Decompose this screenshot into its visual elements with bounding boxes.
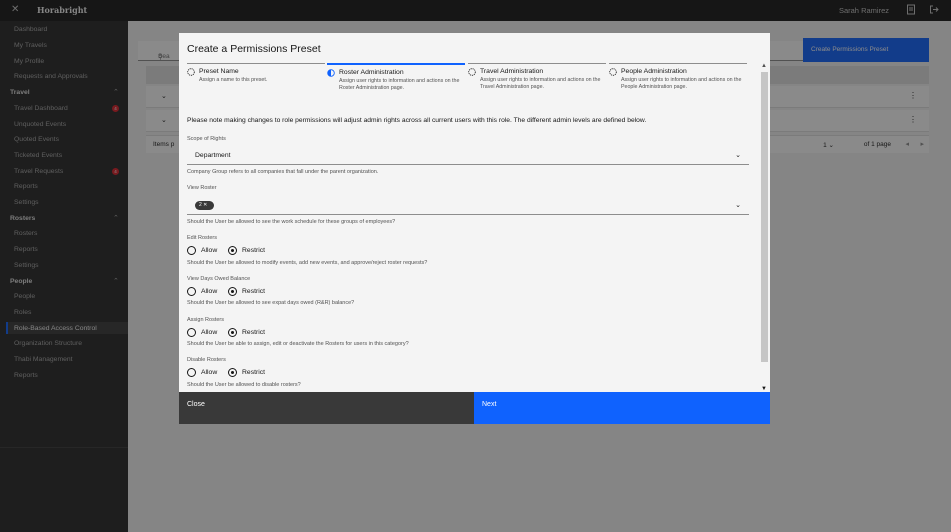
- radio-on-icon: [228, 368, 237, 377]
- view-roster-label: View Roster: [187, 185, 217, 191]
- modal-scrollbar[interactable]: ▲ ▼: [760, 63, 769, 392]
- radio-off-icon: [187, 328, 196, 337]
- step-incomplete-icon: [609, 68, 617, 76]
- modal-body: Preset Name Assign a name to this preset…: [179, 63, 770, 392]
- step-description: Assign a name to this preset.: [199, 77, 268, 83]
- edit-rosters-helper: Should the User be allowed to modify eve…: [187, 260, 428, 266]
- tag-count: 2: [199, 202, 202, 208]
- step-current-icon: [327, 69, 335, 77]
- radio-off-icon: [187, 368, 196, 377]
- radio-label: Allow: [201, 369, 218, 376]
- radio-off-icon: [187, 246, 196, 255]
- modal-title: Create a Permissions Preset: [187, 43, 321, 55]
- restrict-radio[interactable]: Restrict: [228, 287, 288, 297]
- step-preset-name[interactable]: Preset Name Assign a name to this preset…: [187, 63, 325, 93]
- step-title: People Administration: [621, 68, 687, 75]
- permissions-note: Please note making changes to role permi…: [187, 117, 647, 124]
- view-roster-multiselect[interactable]: 2 ✕ ⌄: [187, 197, 749, 215]
- view-days-owed-helper: Should the User be allowed to see expat …: [187, 300, 355, 306]
- radio-on-icon: [228, 287, 237, 296]
- step-incomplete-icon: [468, 68, 476, 76]
- edit-rosters-label: Edit Rosters: [187, 235, 217, 241]
- radio-label: Allow: [201, 288, 218, 295]
- scope-helper: Company Group refers to all companies th…: [187, 169, 379, 175]
- assign-rosters-label: Assign Rosters: [187, 317, 224, 323]
- radio-label: Allow: [201, 247, 218, 254]
- radio-label: Restrict: [242, 247, 266, 254]
- radio-label: Restrict: [242, 369, 266, 376]
- step-travel-administration[interactable]: Travel Administration Assign user rights…: [468, 63, 606, 93]
- step-description: Assign user rights to information and ac…: [621, 77, 742, 90]
- step-incomplete-icon: [187, 68, 195, 76]
- selected-count-tag[interactable]: 2 ✕: [195, 201, 214, 210]
- radio-label: Restrict: [242, 288, 266, 295]
- view-roster-helper: Should the User be allowed to see the wo…: [187, 219, 396, 225]
- permissions-modal: Create a Permissions Preset Preset Name …: [179, 33, 770, 424]
- restrict-radio[interactable]: Restrict: [228, 246, 288, 256]
- radio-label: Allow: [201, 329, 218, 336]
- restrict-radio[interactable]: Restrict: [228, 328, 288, 338]
- step-title: Travel Administration: [480, 68, 544, 75]
- radio-on-icon: [228, 328, 237, 337]
- disable-rosters-label: Disable Rosters: [187, 357, 226, 363]
- step-title: Roster Administration: [339, 69, 404, 76]
- chevron-down-icon: ⌄: [735, 202, 741, 209]
- restrict-radio[interactable]: Restrict: [228, 368, 288, 378]
- radio-on-icon: [228, 246, 237, 255]
- radio-off-icon: [187, 287, 196, 296]
- step-title: Preset Name: [199, 68, 239, 75]
- close-button[interactable]: Close: [179, 392, 474, 424]
- scrollbar-thumb[interactable]: [761, 72, 768, 362]
- next-button[interactable]: Next: [474, 392, 770, 424]
- scope-value: Department: [195, 152, 231, 159]
- assign-rosters-helper: Should the User be able to assign, edit …: [187, 341, 409, 347]
- scope-label: Scope of Rights: [187, 136, 226, 142]
- clear-selection-icon[interactable]: ✕: [203, 202, 207, 208]
- scope-select[interactable]: Department ⌄: [187, 148, 749, 165]
- disable-rosters-helper: Should the User be allowed to disable ro…: [187, 382, 301, 388]
- step-description: Assign user rights to information and ac…: [339, 78, 460, 91]
- radio-label: Restrict: [242, 329, 266, 336]
- step-description: Assign user rights to information and ac…: [480, 77, 601, 90]
- chevron-down-icon: ⌄: [735, 152, 741, 159]
- view-days-owed-label: View Days Owed Balance: [187, 276, 251, 282]
- step-roster-administration[interactable]: Roster Administration Assign user rights…: [327, 63, 465, 93]
- step-people-administration[interactable]: People Administration Assign user rights…: [609, 63, 747, 93]
- scroll-up-icon[interactable]: ▲: [761, 63, 767, 69]
